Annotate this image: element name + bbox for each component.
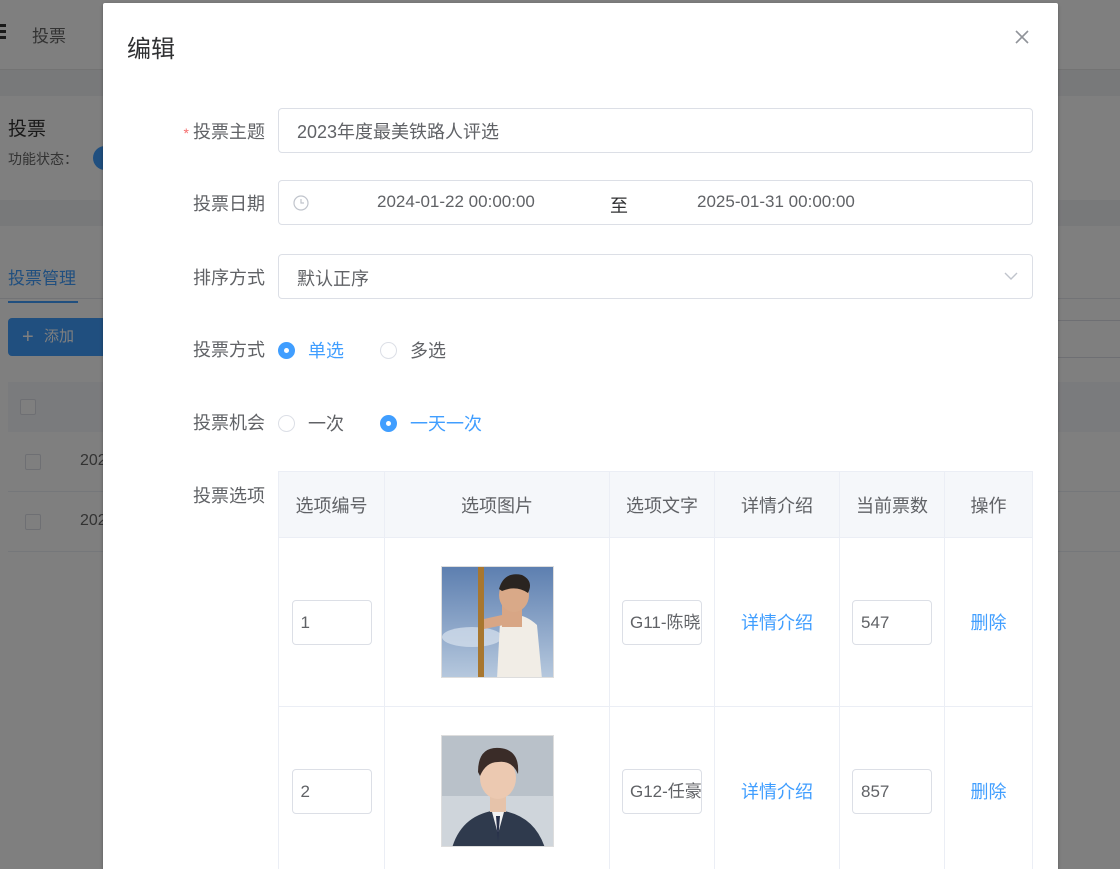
sort-label: 排序方式 (193, 268, 265, 288)
header-cell: 详情介绍 (715, 472, 840, 537)
number-cell: 2 (279, 707, 385, 869)
chevron-down-icon (1004, 272, 1018, 280)
table-row: 2 G12-任豪 详情介绍 857 删除 (279, 707, 1032, 869)
radio-dot (278, 341, 295, 359)
option-text-input[interactable]: G11-陈晓 (622, 599, 702, 645)
dialog-title: 编辑 (127, 36, 175, 63)
date-start[interactable]: 2024-01-22 00:00:00 (377, 192, 535, 212)
clock-icon (293, 195, 309, 211)
sort-value: 默认正序 (297, 269, 369, 289)
votes-input[interactable]: 857 (852, 768, 932, 814)
header-cell: 选项文字 (610, 472, 715, 537)
text-cell: G11-陈晓 (610, 538, 715, 706)
options-table: 选项编号 选项图片 选项文字 详情介绍 当前票数 操作 1 G11-陈晓 详情介… (278, 471, 1033, 869)
action-cell: 删除 (945, 538, 1032, 706)
image-cell (385, 538, 610, 706)
number-cell: 1 (279, 538, 385, 706)
action-cell: 删除 (945, 707, 1032, 869)
sort-select[interactable]: 默认正序 (278, 254, 1033, 299)
chance-radio-once[interactable]: 一次 (278, 410, 344, 436)
mode-radio-single[interactable]: 单选 (278, 337, 344, 363)
subject-label: * 投票主题 (183, 122, 265, 142)
delete-link[interactable]: 删除 (971, 778, 1007, 804)
votes-input[interactable]: 547 (852, 599, 932, 645)
radio-dot (380, 414, 397, 432)
header-cell: 操作 (970, 495, 1007, 516)
date-range-picker[interactable]: 2024-01-22 00:00:00 至 2025-01-31 00:00:0… (278, 180, 1033, 225)
date-label: 投票日期 (193, 194, 265, 214)
option-photo[interactable] (440, 566, 554, 678)
edit-dialog: 编辑 *投票主题 投票日期 2024-01-22 00:00:00 至 2025… (103, 3, 1058, 869)
subject-field[interactable] (278, 108, 1033, 153)
table-header: 选项编号 选项图片 选项文字 详情介绍 当前票数 操作 (279, 472, 1032, 538)
number-input[interactable]: 1 (291, 599, 372, 645)
close-icon[interactable] (1014, 29, 1030, 45)
detail-link[interactable]: 详情介绍 (741, 778, 813, 804)
votes-cell: 547 (840, 538, 945, 706)
chance-radio-daily[interactable]: 一天一次 (380, 410, 482, 436)
table-row: 1 G11-陈晓 详情介绍 547 删除 (279, 538, 1032, 707)
subject-input[interactable] (279, 109, 1032, 152)
radio-dot (278, 414, 295, 432)
chance-label: 投票机会 (193, 413, 265, 433)
header-cell: 当前票数 (840, 472, 945, 537)
radio-label: 一次 (308, 414, 344, 434)
detail-cell: 详情介绍 (715, 707, 840, 869)
mode-radio-multiple[interactable]: 多选 (380, 337, 446, 363)
required-mark: * (183, 125, 189, 141)
text-cell: G12-任豪 (610, 707, 715, 869)
option-photo[interactable] (440, 735, 554, 847)
options-label: 投票选项 (193, 486, 265, 506)
radio-label: 多选 (410, 341, 446, 361)
votes-cell: 857 (840, 707, 945, 869)
radio-dot (380, 341, 397, 359)
mode-label: 投票方式 (193, 340, 265, 360)
detail-cell: 详情介绍 (715, 538, 840, 706)
image-cell (385, 707, 610, 869)
delete-link[interactable]: 删除 (971, 609, 1007, 635)
date-end[interactable]: 2025-01-31 00:00:00 (697, 192, 855, 212)
number-input[interactable]: 2 (291, 768, 372, 814)
header-cell: 选项编号 (279, 472, 385, 537)
date-separator: 至 (610, 196, 628, 216)
radio-label: 单选 (308, 341, 344, 361)
radio-label: 一天一次 (410, 414, 482, 434)
option-text-input[interactable]: G12-任豪 (622, 768, 702, 814)
header-cell: 选项图片 (385, 472, 610, 537)
detail-link[interactable]: 详情介绍 (741, 609, 813, 635)
